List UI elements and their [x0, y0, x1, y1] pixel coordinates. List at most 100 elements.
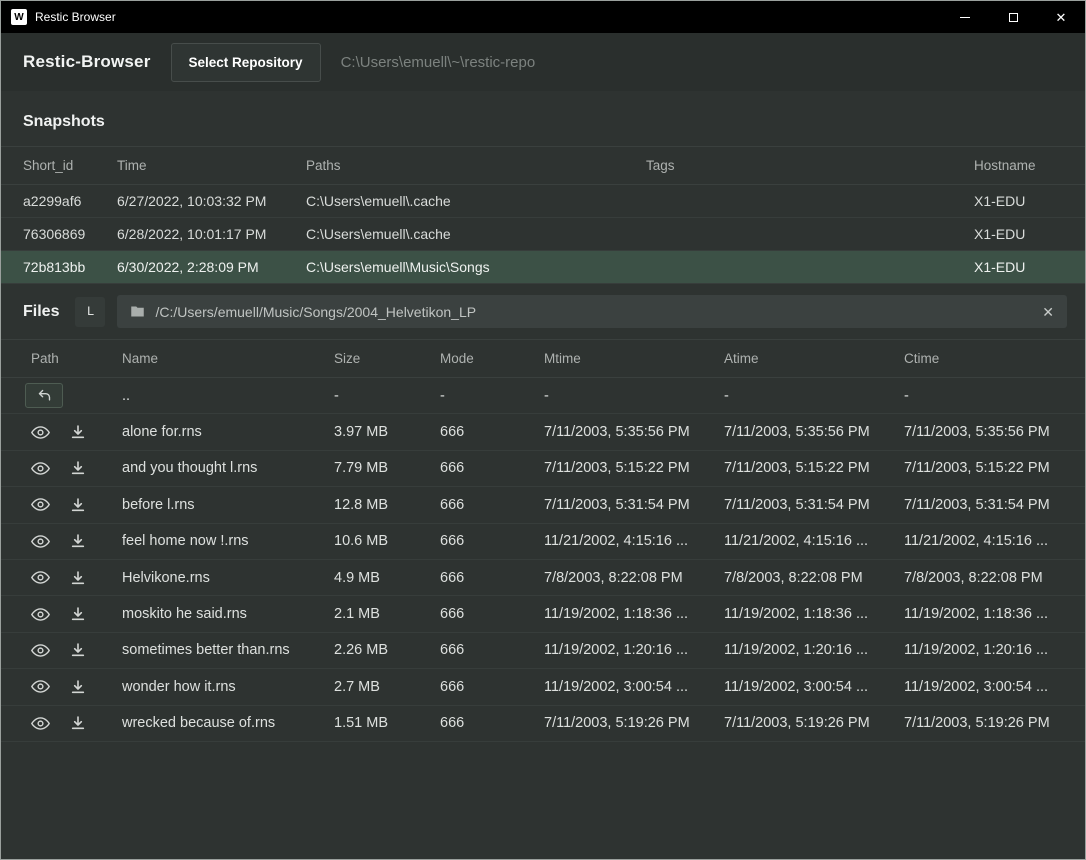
- file-ctime: 7/8/2003, 8:22:08 PM: [904, 570, 1063, 586]
- file-mtime: 11/19/2002, 1:20:16 ...: [544, 642, 724, 658]
- file-size: 10.6 MB: [334, 533, 440, 549]
- file-name: and you thought l.rns: [122, 460, 334, 476]
- snapshot-row[interactable]: 76306869 6/28/2022, 10:01:17 PM C:\Users…: [1, 218, 1085, 251]
- file-name: alone for.rns: [122, 424, 334, 440]
- preview-file-button[interactable]: [31, 532, 50, 551]
- empty-area: [1, 742, 1085, 859]
- files-section-title: Files: [23, 303, 63, 321]
- file-mtime: 7/11/2003, 5:35:56 PM: [544, 424, 724, 440]
- eye-icon: [31, 459, 50, 478]
- download-icon: [70, 533, 86, 549]
- restore-file-button[interactable]: [70, 642, 86, 658]
- file-row[interactable]: wonder how it.rns 2.7 MB 666 11/19/2002,…: [1, 669, 1085, 705]
- restore-file-button[interactable]: [70, 460, 86, 476]
- file-atime: 7/11/2003, 5:35:56 PM: [724, 424, 904, 440]
- preview-file-button[interactable]: [31, 714, 50, 733]
- file-row[interactable]: moskito he said.rns 2.1 MB 666 11/19/200…: [1, 596, 1085, 632]
- go-to-parent-button[interactable]: [25, 383, 63, 408]
- eye-icon: [31, 605, 50, 624]
- eye-icon: [31, 677, 50, 696]
- file-row[interactable]: alone for.rns 3.97 MB 666 7/11/2003, 5:3…: [1, 414, 1085, 450]
- preview-file-button[interactable]: [31, 459, 50, 478]
- file-mode: 666: [440, 715, 544, 731]
- file-mode: 666: [440, 606, 544, 622]
- snapshot-short-id: 72b813bb: [23, 259, 117, 275]
- file-actions-cell: [23, 532, 122, 551]
- download-icon: [70, 642, 86, 658]
- close-button[interactable]: ✕: [1037, 1, 1085, 33]
- file-mtime: 7/11/2003, 5:15:22 PM: [544, 460, 724, 476]
- snapshot-time: 6/28/2022, 10:01:17 PM: [117, 226, 306, 242]
- column-header-path: Path: [23, 351, 122, 366]
- file-ctime: 11/19/2002, 1:20:16 ...: [904, 642, 1063, 658]
- file-actions-cell: [23, 677, 122, 696]
- snapshots-header-row: Short_id Time Paths Tags Hostname: [1, 146, 1085, 185]
- file-mode: 666: [440, 679, 544, 695]
- restore-file-button[interactable]: [70, 497, 86, 513]
- file-actions-cell: [23, 714, 122, 733]
- select-repository-button[interactable]: Select Repository: [171, 43, 321, 82]
- column-header-name: Name: [122, 351, 334, 366]
- download-icon: [70, 570, 86, 586]
- restore-file-button[interactable]: [70, 606, 86, 622]
- file-row[interactable]: feel home now !.rns 10.6 MB 666 11/21/20…: [1, 524, 1085, 560]
- file-row[interactable]: Helvikone.rns 4.9 MB 666 7/8/2003, 8:22:…: [1, 560, 1085, 596]
- file-row[interactable]: sometimes better than.rns 2.26 MB 666 11…: [1, 633, 1085, 669]
- file-atime: 7/11/2003, 5:19:26 PM: [724, 715, 904, 731]
- restore-file-button[interactable]: [70, 533, 86, 549]
- repository-path: C:\Users\emuell\~\restic-repo: [341, 54, 536, 71]
- file-atime: -: [724, 388, 904, 404]
- file-name: Helvikone.rns: [122, 570, 334, 586]
- eye-icon: [31, 532, 50, 551]
- snapshot-hostname: X1-EDU: [974, 226, 1063, 242]
- column-header-mtime: Mtime: [544, 351, 724, 366]
- file-mtime: 7/11/2003, 5:19:26 PM: [544, 715, 724, 731]
- close-icon: ✕: [1056, 11, 1067, 24]
- preview-file-button[interactable]: [31, 605, 50, 624]
- file-name: sometimes better than.rns: [122, 642, 334, 658]
- column-header-size: Size: [334, 351, 440, 366]
- preview-file-button[interactable]: [31, 568, 50, 587]
- file-atime: 7/11/2003, 5:31:54 PM: [724, 497, 904, 513]
- snapshot-paths: C:\Users\emuell\Music\Songs: [306, 259, 646, 275]
- file-row[interactable]: wrecked because of.rns 1.51 MB 666 7/11/…: [1, 706, 1085, 742]
- snapshot-hostname: X1-EDU: [974, 193, 1063, 209]
- app-title: Restic Browser: [35, 10, 116, 24]
- file-atime: 7/11/2003, 5:15:22 PM: [724, 460, 904, 476]
- restore-file-button[interactable]: [70, 570, 86, 586]
- file-mode: 666: [440, 570, 544, 586]
- app-logo-icon: W: [11, 9, 27, 25]
- file-path-bar[interactable]: /C:/Users/emuell/Music/Songs/2004_Helvet…: [117, 295, 1067, 328]
- parent-dir-row[interactable]: .. - - - - -: [1, 378, 1085, 414]
- file-ctime: 11/19/2002, 3:00:54 ...: [904, 679, 1063, 695]
- file-ctime: 7/11/2003, 5:35:56 PM: [904, 424, 1063, 440]
- snapshots-section-title: Snapshots: [1, 91, 1085, 146]
- maximize-icon: [1009, 13, 1018, 22]
- restore-file-button[interactable]: [70, 424, 86, 440]
- file-mtime: -: [544, 388, 724, 404]
- download-icon: [70, 715, 86, 731]
- column-header-time: Time: [117, 158, 306, 173]
- file-mtime: 7/8/2003, 8:22:08 PM: [544, 570, 724, 586]
- file-ctime: 7/11/2003, 5:31:54 PM: [904, 497, 1063, 513]
- preview-file-button[interactable]: [31, 641, 50, 660]
- restore-file-button[interactable]: [70, 715, 86, 731]
- preview-file-button[interactable]: [31, 495, 50, 514]
- clear-icon: ✕: [1042, 304, 1054, 320]
- file-row[interactable]: before l.rns 12.8 MB 666 7/11/2003, 5:31…: [1, 487, 1085, 523]
- file-row[interactable]: and you thought l.rns 7.79 MB 666 7/11/2…: [1, 451, 1085, 487]
- file-name: before l.rns: [122, 497, 334, 513]
- file-actions-cell: [23, 423, 122, 442]
- column-header-atime: Atime: [724, 351, 904, 366]
- preview-file-button[interactable]: [31, 677, 50, 696]
- maximize-button[interactable]: [989, 1, 1037, 33]
- snapshot-row[interactable]: 72b813bb 6/30/2022, 2:28:09 PM C:\Users\…: [1, 251, 1085, 284]
- snapshot-time: 6/27/2022, 10:03:32 PM: [117, 193, 306, 209]
- preview-file-button[interactable]: [31, 423, 50, 442]
- files-mode-button[interactable]: L: [75, 297, 105, 327]
- clear-path-button[interactable]: ✕: [1042, 305, 1054, 319]
- minimize-button[interactable]: [941, 1, 989, 33]
- eye-icon: [31, 714, 50, 733]
- restore-file-button[interactable]: [70, 679, 86, 695]
- snapshot-row[interactable]: a2299af6 6/27/2022, 10:03:32 PM C:\Users…: [1, 185, 1085, 218]
